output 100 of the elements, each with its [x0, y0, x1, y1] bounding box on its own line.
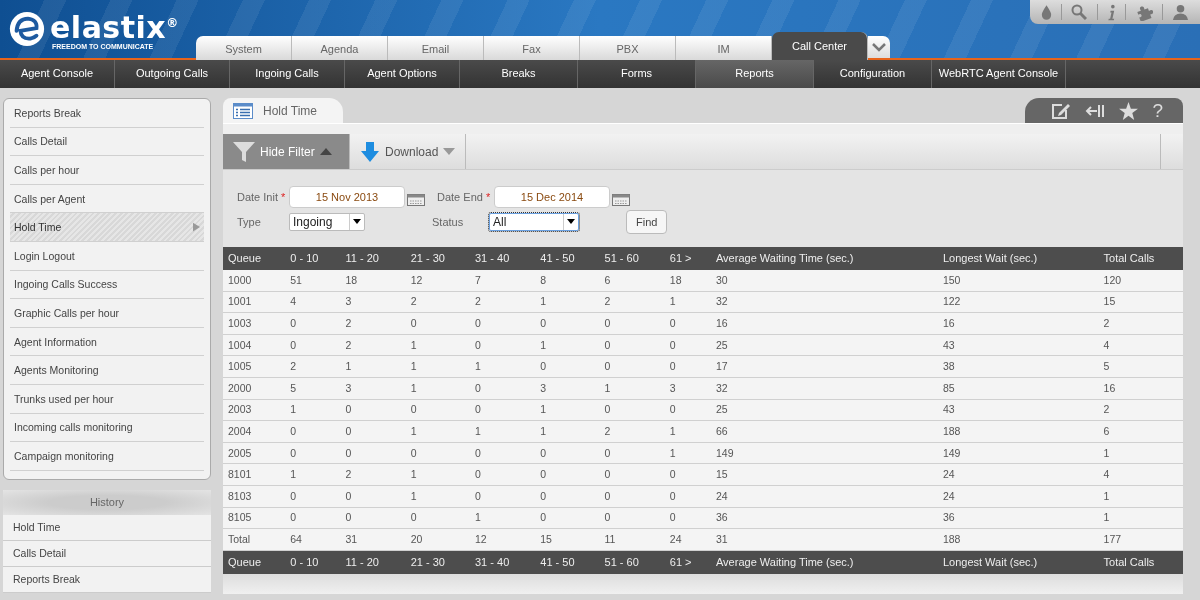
table-cell: 25: [711, 399, 938, 421]
submenu-item[interactable]: Outgoing Calls: [115, 60, 230, 88]
menu-tab[interactable]: Fax: [484, 36, 580, 60]
sidebar-item[interactable]: Trunks used per hour: [10, 384, 204, 414]
table-cell: 64: [285, 528, 341, 551]
table-cell: 122: [937, 291, 1099, 313]
column-header: 0 - 10: [285, 550, 341, 574]
menu-tab[interactable]: Email: [388, 36, 484, 60]
submenu-item[interactable]: Agent Options: [345, 60, 460, 88]
table-cell: 0: [535, 442, 600, 464]
menu-tab[interactable]: IM: [676, 36, 772, 60]
table-cell: 17: [711, 355, 938, 378]
puzzle-icon[interactable]: [1135, 3, 1153, 21]
sidebar-item[interactable]: Campaign monitoring: [10, 442, 204, 471]
table-cell: 188: [937, 528, 1099, 551]
menu-tab[interactable]: System: [196, 36, 292, 60]
sidebar-item[interactable]: Calls Detail: [10, 127, 204, 157]
table-cell: 0: [285, 507, 341, 529]
table-cell: 36: [711, 507, 938, 529]
column-header: 31 - 40: [470, 247, 536, 270]
calendar-icon[interactable]: [612, 193, 630, 206]
status-select[interactable]: All: [489, 212, 579, 231]
submenu-item[interactable]: Breaks: [460, 60, 578, 88]
logo-icon: [8, 10, 46, 48]
star-icon[interactable]: [1119, 101, 1139, 120]
sidebar-item[interactable]: Agent Information: [10, 327, 204, 357]
date-init-field[interactable]: 15 Nov 2013: [289, 185, 405, 208]
table-cell: 8103: [223, 485, 286, 508]
sidebar-item[interactable]: Hold Time: [10, 213, 204, 242]
type-label: Type: [237, 215, 262, 228]
sidebar-item[interactable]: Agents Monitoring: [10, 356, 204, 385]
find-button[interactable]: Find: [626, 209, 668, 234]
column-header: 31 - 40: [470, 550, 536, 574]
column-header: Queue: [223, 247, 286, 270]
submenu-item[interactable]: Configuration: [814, 60, 932, 88]
date-end-field[interactable]: 15 Dec 2014: [494, 185, 610, 208]
table-cell: 0: [285, 442, 341, 464]
table-cell: 18: [340, 270, 406, 292]
table-cell: 6: [599, 270, 665, 292]
status-label: Status: [432, 215, 465, 228]
list-icon: [233, 102, 253, 119]
table-cell: 0: [535, 485, 600, 508]
column-header: 41 - 50: [535, 247, 600, 270]
drop-icon[interactable]: [1040, 4, 1052, 20]
table-cell: 2005: [223, 442, 286, 464]
help-button[interactable]: ?: [1152, 99, 1163, 122]
table-cell: 1: [535, 399, 600, 421]
table-cell: 51: [285, 270, 341, 292]
table-cell: 66: [711, 420, 938, 443]
sidebar-item[interactable]: Calls per hour: [10, 156, 204, 185]
sidebar-item[interactable]: Ingoing Calls Success: [10, 270, 204, 300]
download-button[interactable]: Download: [350, 134, 467, 169]
table-cell: 1: [340, 355, 406, 378]
table-cell: 0: [285, 334, 341, 356]
type-select[interactable]: Ingoing: [289, 212, 365, 231]
more-tabs-button[interactable]: [868, 36, 890, 58]
table-cell: 24: [937, 485, 1099, 508]
table-cell: 149: [711, 442, 938, 464]
table-cell: 43: [937, 334, 1099, 356]
logo-wordmark: elastix$^{®}$: [50, 9, 179, 43]
submenu-item[interactable]: WebRTC Agent Console: [932, 60, 1066, 88]
table-cell: 0: [535, 463, 600, 486]
history-item[interactable]: Reports Break: [3, 566, 211, 593]
table-cell: 1005: [223, 355, 286, 378]
table-cell: 0: [340, 442, 406, 464]
calendar-icon[interactable]: [407, 193, 425, 206]
table-cell: 0: [340, 485, 406, 508]
table-cell: 32: [711, 377, 938, 400]
collapse-icon[interactable]: [1085, 102, 1106, 119]
menu-tab[interactable]: Call Center: [772, 32, 868, 60]
submenu-item[interactable]: Ingoing Calls: [230, 60, 345, 88]
table-cell: 2: [340, 334, 406, 356]
history-item[interactable]: Hold Time: [3, 514, 211, 541]
menu-tab[interactable]: PBX: [580, 36, 676, 60]
table-cell: 0: [470, 485, 536, 508]
table-cell: 0: [470, 312, 536, 335]
table-cell: 25: [711, 334, 938, 356]
table-cell: 1: [535, 334, 600, 356]
sidebar-item[interactable]: Reports Break: [10, 99, 204, 128]
funnel-icon: [233, 140, 255, 163]
user-icon[interactable]: [1172, 3, 1190, 21]
sidebar-item[interactable]: Incoming calls monitoring: [10, 413, 204, 443]
sidebar-item[interactable]: Graphic Calls per hour: [10, 299, 204, 328]
table-cell: 8105: [223, 507, 286, 529]
date-init-label: Date Init *: [237, 190, 287, 203]
table-cell: 43: [937, 399, 1099, 421]
submenu-item[interactable]: Agent Console: [0, 60, 115, 88]
table-cell: 3: [340, 291, 406, 313]
edit-icon[interactable]: [1051, 101, 1072, 120]
search-icon[interactable]: [1071, 4, 1088, 20]
table-cell: 0: [285, 420, 341, 443]
sidebar-item[interactable]: Login Logout: [10, 241, 204, 271]
menu-tab[interactable]: Agenda: [292, 36, 388, 60]
history-item[interactable]: Calls Detail: [3, 540, 211, 567]
table-cell: 1003: [223, 312, 286, 335]
table-cell: 5: [285, 377, 341, 400]
table-cell: 15: [535, 528, 600, 551]
submenu-item[interactable]: Reports: [696, 60, 814, 88]
info-icon[interactable]: [1106, 3, 1116, 21]
table-cell: 18: [664, 270, 711, 292]
